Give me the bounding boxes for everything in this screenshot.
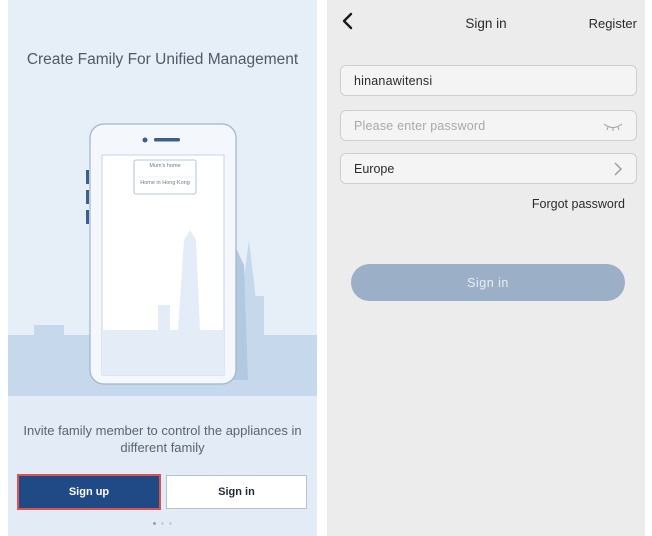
phone-city-illustration [8,123,317,400]
region-value: Europe [354,161,395,176]
invite-text-content: Invite family member to control the appl… [23,423,302,455]
onboarding-panel: Create Family For Unified Management Mum… [8,0,317,536]
phone-card-line2: Home in Hong Kong [140,180,190,186]
password-field[interactable] [340,110,637,141]
page-dot-2 [161,522,164,525]
username-input[interactable] [354,73,623,88]
chevron-right-icon [614,162,622,175]
forgot-password-link[interactable]: Forgot password [532,197,625,211]
bottom-band [8,396,317,536]
page-indicator [8,522,317,525]
phone-card-line1: Mum's home [149,163,181,169]
page-dot-3 [169,522,172,525]
password-input[interactable] [354,118,603,133]
region-selector[interactable]: Europe [340,153,637,184]
page-dot-1 [153,522,156,525]
eye-closed-icon[interactable] [603,121,623,131]
sign-in-panel: Sign in Register Europe Forgot password … [327,0,645,536]
invite-text: Invite family member to control the appl… [8,422,317,456]
sign-up-button[interactable]: Sign up [17,474,161,510]
username-field[interactable] [340,65,637,96]
sign-in-button-onboarding[interactable]: Sign in [166,475,307,509]
register-link[interactable]: Register [589,16,637,31]
nav-bar: Sign in Register [327,0,645,44]
sign-in-button[interactable]: Sign in [351,264,625,301]
